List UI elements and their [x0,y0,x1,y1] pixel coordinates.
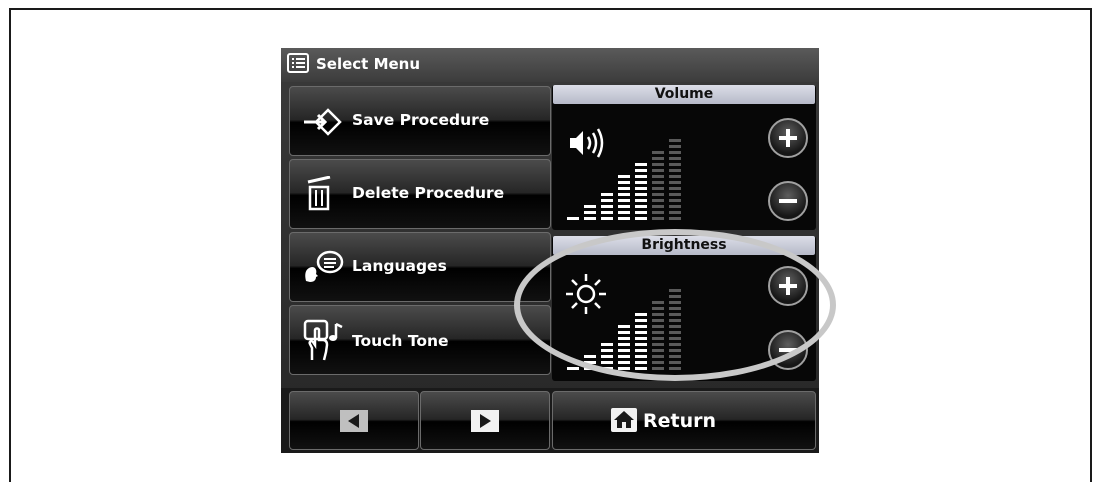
volume-bar-segment [601,205,613,208]
volume-bar-segment [652,199,664,202]
volume-bar-segment [618,193,630,196]
touch-tone-icon [303,319,343,361]
volume-bar-segment [652,169,664,172]
volume-bar-segment [567,217,579,220]
volume-bar-segment [669,163,681,166]
plus-icon [779,129,797,147]
brightness-bar-segment [567,367,579,370]
volume-bar-segment [669,151,681,154]
arrow-left-icon [340,410,368,432]
trash-icon [307,176,331,211]
volume-bar-segment [635,211,647,214]
volume-bar-segment [635,163,647,166]
volume-bar-segment [652,193,664,196]
volume-bar-segment [635,181,647,184]
volume-bar-segment [669,157,681,160]
previous-page-button[interactable] [289,391,419,450]
volume-decrease-button[interactable] [768,181,808,221]
volume-bar-segment [669,139,681,142]
volume-bar-segment [652,175,664,178]
volume-panel: Volume [552,85,816,230]
volume-bar-segment [669,181,681,184]
touch-tone-button[interactable]: Touch Tone [289,305,551,375]
volume-bar-segment [669,199,681,202]
minus-icon [779,199,797,203]
volume-bar-segment [652,211,664,214]
page-title: Select Menu [316,55,421,73]
title-bar: Select Menu [281,48,819,82]
save-procedure-button[interactable]: Save Procedure [289,86,551,156]
volume-bar-segment [669,175,681,178]
volume-bar-segment [669,145,681,148]
volume-bar-segment [618,181,630,184]
volume-bar-segment [618,199,630,202]
highlight-ellipse [514,229,836,381]
volume-bar-segment [652,217,664,220]
volume-bar-segment [584,205,596,208]
bottom-nav-bar: Return [281,388,819,453]
volume-bar-segment [652,151,664,154]
volume-bar-segment [618,187,630,190]
volume-bar-segment [584,211,596,214]
volume-bar-segment [669,187,681,190]
volume-bar-segment [584,217,596,220]
volume-bar-segment [652,187,664,190]
volume-bar-segment [669,217,681,220]
arrow-right-icon [471,410,499,432]
return-label: Return [643,410,717,432]
volume-bar-segment [669,193,681,196]
volume-bar-segment [601,217,613,220]
volume-bar-segment [652,163,664,166]
volume-bar-segment [635,187,647,190]
volume-bar-segment [669,205,681,208]
volume-bar-segment [635,205,647,208]
list-menu-icon [287,53,309,73]
volume-bar-segment [652,205,664,208]
volume-bar-segment [601,199,613,202]
return-button[interactable]: Return [552,391,816,450]
volume-bar-segment [635,175,647,178]
volume-bar-segment [635,199,647,202]
home-icon [611,408,637,432]
volume-bar-segment [652,157,664,160]
languages-button[interactable]: Languages [289,232,551,302]
volume-bar-segment [618,205,630,208]
volume-bar-segment [635,217,647,220]
volume-bar-segment [669,169,681,172]
volume-bar-segment [601,193,613,196]
volume-bar-segment [652,181,664,184]
volume-bar-segment [635,169,647,172]
languages-label: Languages [352,257,447,275]
save-procedure-label: Save Procedure [352,111,490,129]
volume-bar-segment [635,193,647,196]
next-page-button[interactable] [420,391,550,450]
speech-head-icon [305,250,344,282]
touch-tone-label: Touch Tone [352,332,449,350]
volume-bar-segment [618,217,630,220]
delete-procedure-button[interactable]: Delete Procedure [289,159,551,229]
volume-bar-segment [618,175,630,178]
volume-bar-segment [601,211,613,214]
volume-level-bars [567,139,681,220]
volume-bar-segment [618,211,630,214]
save-arrow-icon [304,108,342,136]
volume-header: Volume [553,85,815,104]
volume-bar-segment [669,211,681,214]
volume-increase-button[interactable] [768,118,808,158]
delete-procedure-label: Delete Procedure [352,184,505,202]
